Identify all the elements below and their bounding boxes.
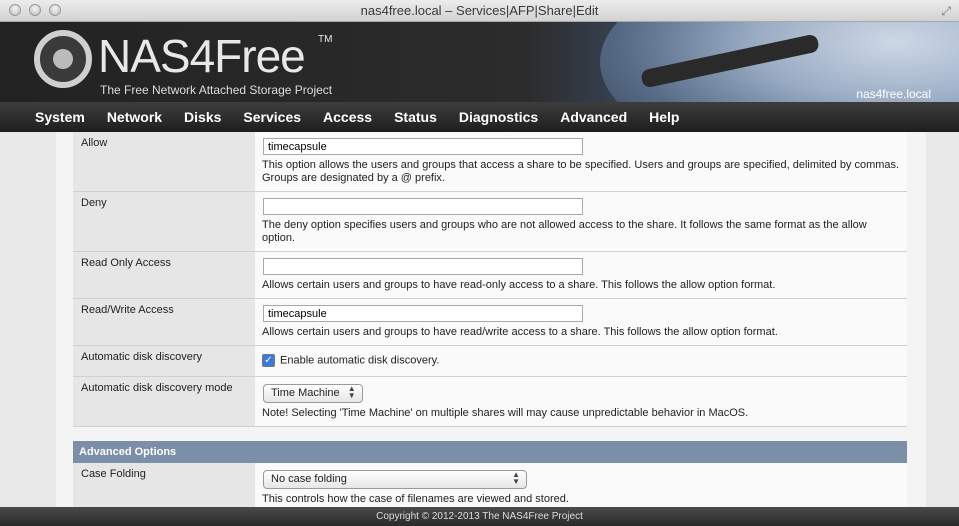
auto-discovery-mode-label: Automatic disk discovery mode <box>73 376 255 427</box>
nav-diagnostics[interactable]: Diagnostics <box>459 102 538 132</box>
window-title: nas4free.local – Services|AFP|Share|Edit <box>360 3 599 18</box>
auto-discovery-mode-description: Note! Selecting 'Time Machine' on multip… <box>262 407 749 419</box>
case-folding-select[interactable]: No case folding ▲ ▼ <box>263 470 527 489</box>
section-spacer <box>73 426 907 441</box>
auto-discovery-label: Automatic disk discovery <box>73 345 255 377</box>
auto-discovery-mode-row: Automatic disk discovery mode Time Machi… <box>73 376 907 427</box>
nav-system[interactable]: System <box>35 102 85 132</box>
main-nav: System Network Disks Services Access Sta… <box>0 102 959 132</box>
nav-disks[interactable]: Disks <box>184 102 221 132</box>
auto-discovery-mode-select[interactable]: Time Machine ▲ ▼ <box>263 384 363 403</box>
nav-access[interactable]: Access <box>323 102 372 132</box>
case-folding-description: This controls how the case of filenames … <box>262 493 569 505</box>
logo-text: NAS4Free <box>98 30 306 82</box>
auto-discovery-row: Automatic disk discovery ✓ Enable automat… <box>73 345 907 377</box>
nav-services[interactable]: Services <box>243 102 301 132</box>
allow-row: Allow This option allows the users and g… <box>73 132 907 192</box>
auto-discovery-mode-value: Time Machine <box>271 387 340 399</box>
read-write-label: Read/Write Access <box>73 298 255 346</box>
header-banner: NAS4Free TM The Free Network Attached St… <box>0 22 959 102</box>
read-write-description: Allows certain users and groups to have … <box>262 326 778 338</box>
footer: Copyright © 2012-2013 The NAS4Free Proje… <box>0 507 959 526</box>
read-only-label: Read Only Access <box>73 251 255 299</box>
logo-trademark: TM <box>318 34 333 45</box>
hostname: nas4free.local <box>856 87 931 101</box>
fullscreen-icon[interactable]: ⤢ <box>941 4 951 19</box>
window-titlebar: nas4free.local – Services|AFP|Share|Edit… <box>0 0 959 22</box>
read-only-row: Read Only Access Allows certain users an… <box>73 251 907 299</box>
logo-icon <box>34 30 92 88</box>
deny-row: Deny The deny option specifies users and… <box>73 191 907 252</box>
read-write-input[interactable] <box>263 305 583 322</box>
deny-description: The deny option specifies users and grou… <box>262 219 867 244</box>
deny-input[interactable] <box>263 198 583 215</box>
allow-input[interactable] <box>263 138 583 155</box>
nav-network[interactable]: Network <box>107 102 162 132</box>
nav-status[interactable]: Status <box>394 102 437 132</box>
case-folding-label: Case Folding <box>73 463 255 507</box>
allow-description: This option allows the users and groups … <box>262 159 900 184</box>
advanced-options-heading: Advanced Options <box>73 441 907 463</box>
nav-advanced[interactable]: Advanced <box>560 102 627 132</box>
nav-help[interactable]: Help <box>649 102 679 132</box>
auto-discovery-checkbox[interactable]: ✓ <box>262 354 275 367</box>
read-only-description: Allows certain users and groups to have … <box>262 279 776 291</box>
read-only-input[interactable] <box>263 258 583 275</box>
content-area: Allow This option allows the users and g… <box>56 132 926 507</box>
logo-subtitle: The Free Network Attached Storage Projec… <box>100 83 333 97</box>
select-arrows-icon: ▲ ▼ <box>512 470 520 486</box>
advanced-options-header-row: Advanced Options <box>73 441 907 463</box>
allow-label: Allow <box>73 132 255 192</box>
read-write-row: Read/Write Access Allows certain users a… <box>73 298 907 346</box>
share-edit-form: Allow This option allows the users and g… <box>73 132 907 507</box>
case-folding-value: No case folding <box>271 473 347 485</box>
deny-label: Deny <box>73 191 255 252</box>
select-arrows-icon: ▲ ▼ <box>347 384 356 400</box>
auto-discovery-checkbox-label[interactable]: Enable automatic disk discovery. <box>280 354 439 366</box>
case-folding-row: Case Folding No case folding ▲ ▼ This con… <box>73 463 907 507</box>
